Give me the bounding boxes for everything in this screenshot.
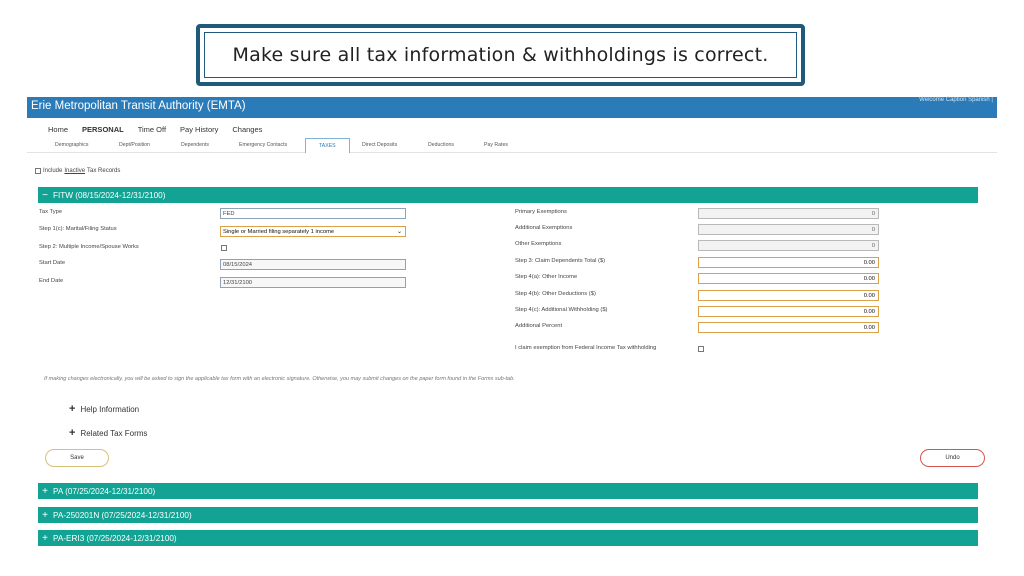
electronic-signature-note: If making changes electronically, you wi… [44, 376, 515, 382]
exemption-claim-checkbox[interactable] [698, 346, 704, 352]
section-pa[interactable]: + PA (07/25/2024-12/31/2100) [38, 483, 978, 499]
other-income-field[interactable]: 0.00 [698, 273, 879, 284]
additional-exemptions-label: Additional Exemptions [515, 225, 573, 231]
nav-pay-history[interactable]: Pay History [180, 125, 218, 134]
section-fitw-title: FITW (08/15/2024-12/31/2100) [53, 190, 166, 200]
expand-icon: + [42, 532, 48, 544]
exemption-claim-label: I claim exemption from Federal Income Ta… [515, 345, 657, 351]
claim-dependents-label: Step 3: Claim Dependents Total ($) [515, 258, 606, 264]
expand-icon: + [42, 509, 48, 521]
tax-type-field[interactable]: FED [220, 208, 406, 219]
navigation: Home PERSONAL Time Off Pay History Chang… [27, 118, 997, 153]
other-income-label: Step 4(a): Other Income [515, 274, 578, 280]
tab-dependents[interactable]: Dependents [181, 142, 209, 148]
include-inactive-checkbox[interactable] [35, 168, 41, 174]
multiple-income-label: Step 2: Multiple Income/Spouse Works [39, 244, 139, 250]
expand-icon: + [42, 485, 48, 497]
section-pa-250201n-title: PA-250201N (07/25/2024-12/31/2100) [53, 510, 192, 520]
collapse-icon: − [42, 189, 48, 201]
other-exemptions-field: 0 [698, 240, 879, 251]
section-pa-eri3-title: PA-ERI3 (07/25/2024-12/31/2100) [53, 533, 177, 543]
tab-pay-rates[interactable]: Pay Rates [484, 142, 508, 148]
include-inactive-suffix: Tax Records [87, 168, 121, 174]
primary-exemptions-field: 0 [698, 208, 879, 219]
related-tax-forms-label: Related Tax Forms [80, 428, 148, 438]
other-deductions-label: Step 4(b): Other Deductions ($) [515, 291, 596, 297]
additional-percent-field[interactable]: 0.00 [698, 322, 879, 333]
tab-deductions[interactable]: Deductions [428, 142, 454, 148]
welcome-text: Welcome Caption Spanish | [919, 97, 993, 103]
section-pa-eri3[interactable]: + PA-ERI3 (07/25/2024-12/31/2100) [38, 530, 978, 546]
save-button[interactable]: Save [45, 449, 109, 467]
sub-nav: Demographics Dept/Position Dependents Em… [27, 138, 997, 153]
app-title: Erie Metropolitan Transit Authority (EMT… [31, 100, 246, 112]
nav-personal[interactable]: PERSONAL [82, 125, 124, 134]
other-exemptions-label: Other Exemptions [515, 241, 562, 247]
other-deductions-field[interactable]: 0.00 [698, 290, 879, 301]
tab-demographics[interactable]: Demographics [55, 142, 88, 148]
instruction-banner: Make sure all tax information & withhold… [196, 24, 805, 86]
tab-direct-deposits[interactable]: Direct Deposits [362, 142, 397, 148]
multiple-income-checkbox[interactable] [221, 245, 227, 251]
primary-exemptions-label: Primary Exemptions [515, 209, 567, 215]
plus-icon: + [69, 403, 76, 415]
section-fitw[interactable]: − FITW (08/15/2024-12/31/2100) [38, 187, 978, 203]
include-inactive-underlined: Inactive [64, 168, 86, 174]
main-nav: Home PERSONAL Time Off Pay History Chang… [48, 125, 262, 134]
chevron-down-icon: ⌄ [396, 229, 402, 235]
nav-changes[interactable]: Changes [232, 125, 262, 134]
additional-withholding-field[interactable]: 0.00 [698, 306, 879, 317]
include-inactive-prefix: Include [43, 168, 63, 174]
marital-status-label: Step 1(c): Marital/Filing Status [39, 226, 117, 232]
start-date-label: Start Date [39, 260, 66, 266]
nav-home[interactable]: Home [48, 125, 68, 134]
help-information-label: Help Information [80, 404, 140, 414]
nav-time-off[interactable]: Time Off [138, 125, 166, 134]
tab-dept-position[interactable]: Dept/Position [119, 142, 150, 148]
tax-type-label: Tax Type [39, 209, 63, 215]
additional-withholding-label: Step 4(c): Additional Withholding ($) [515, 307, 608, 313]
include-inactive-row: Include Inactive Tax Records [35, 168, 120, 174]
marital-status-select[interactable]: Single or Married filing separately 1 in… [220, 226, 406, 237]
end-date-label: End Date [39, 278, 64, 284]
additional-exemptions-field: 0 [698, 224, 879, 235]
app-header: Erie Metropolitan Transit Authority (EMT… [27, 97, 997, 118]
help-information-expander[interactable]: + Help Information [69, 403, 139, 415]
banner-text: Make sure all tax information & withhold… [232, 44, 769, 66]
section-pa-title: PA (07/25/2024-12/31/2100) [53, 486, 156, 496]
claim-dependents-field[interactable]: 0.00 [698, 257, 879, 268]
tab-taxes[interactable]: TAXES [305, 138, 350, 153]
additional-percent-label: Additional Percent [515, 323, 563, 329]
section-pa-250201n[interactable]: + PA-250201N (07/25/2024-12/31/2100) [38, 507, 978, 523]
marital-status-value: Single or Married filing separately 1 in… [223, 229, 335, 235]
tab-emergency-contacts[interactable]: Emergency Contacts [239, 142, 287, 148]
undo-button[interactable]: Undo [920, 449, 985, 467]
related-tax-forms-expander[interactable]: + Related Tax Forms [69, 427, 147, 439]
start-date-field[interactable]: 08/15/2024 [220, 259, 406, 270]
plus-icon: + [69, 427, 76, 439]
end-date-field[interactable]: 12/31/2100 [220, 277, 406, 288]
